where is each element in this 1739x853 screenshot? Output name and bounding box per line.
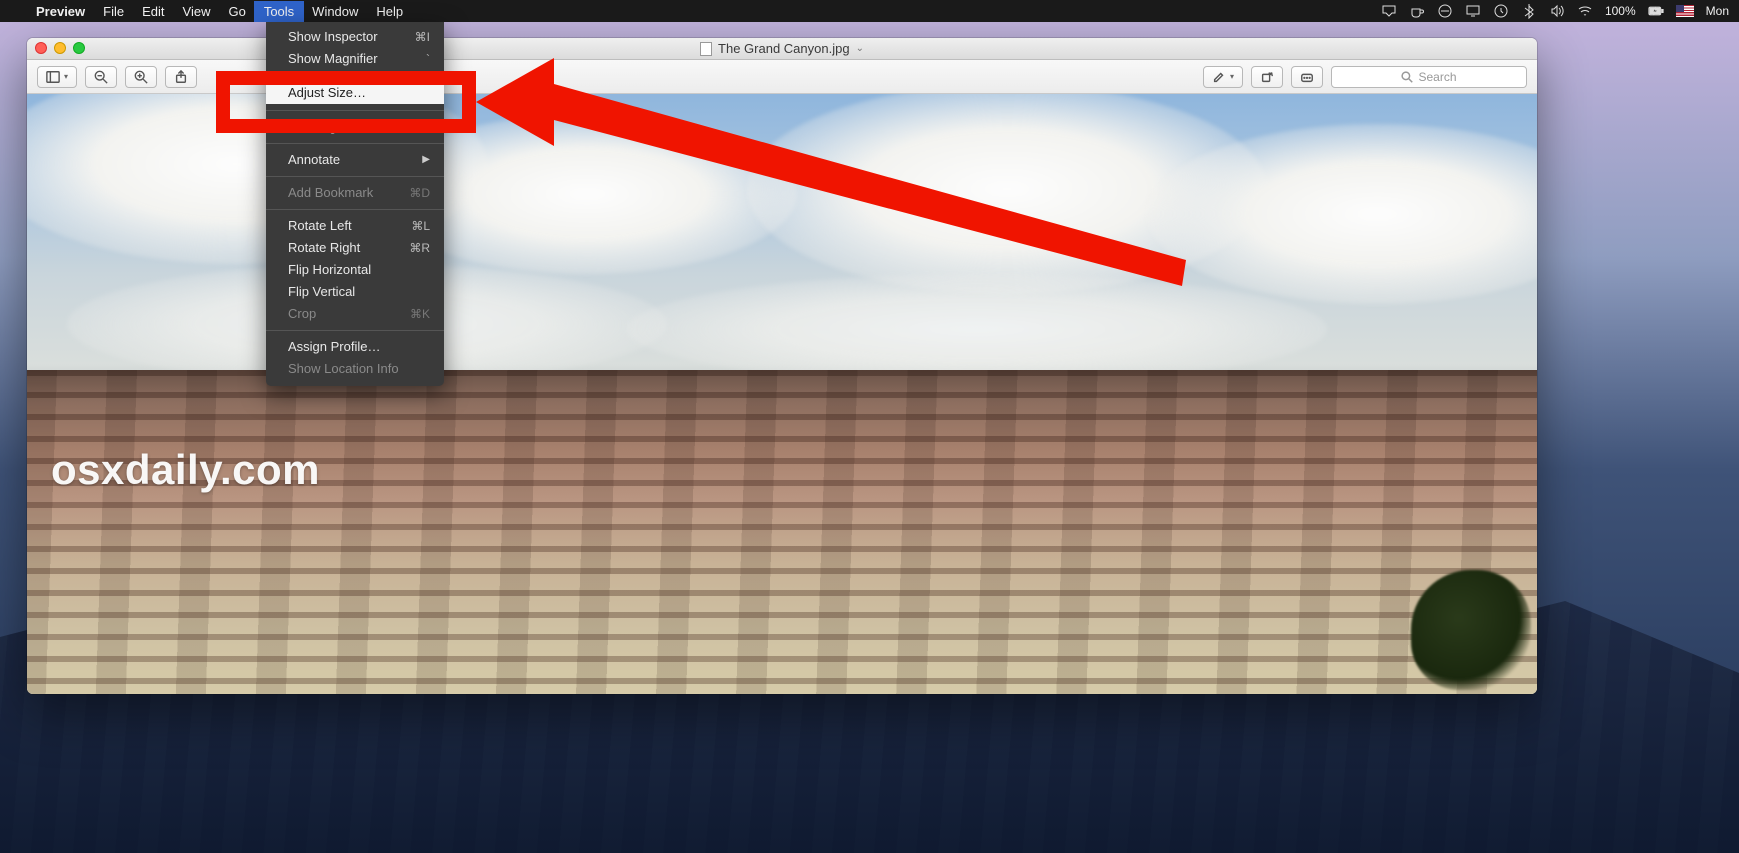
annotation-highlight-box (216, 71, 476, 133)
menu-item-flip-horizontal[interactable]: Flip Horizontal (266, 259, 444, 281)
battery-percentage[interactable]: 100% (1605, 4, 1636, 18)
window-title: The Grand Canyon.jpg (718, 41, 850, 56)
window-close-button[interactable] (35, 42, 47, 54)
do-not-disturb-icon[interactable] (1437, 3, 1453, 19)
markup-button[interactable] (1291, 66, 1323, 88)
menu-view[interactable]: View (183, 4, 211, 19)
timemachine-icon[interactable] (1493, 3, 1509, 19)
menu-item-show-magnifier[interactable]: Show Magnifier` (266, 48, 444, 70)
window-titlebar[interactable]: The Grand Canyon.jpg ⌄ (27, 38, 1537, 60)
watermark-text: osxdaily.com (51, 446, 320, 494)
volume-icon[interactable] (1549, 3, 1565, 19)
image-canvas[interactable]: osxdaily.com (27, 94, 1537, 694)
battery-icon[interactable] (1648, 3, 1664, 19)
menu-item-assign-profile[interactable]: Assign Profile… (266, 336, 444, 358)
system-menubar: Preview File Edit View Go Tools Window H… (0, 0, 1739, 22)
input-source-flag-icon[interactable] (1676, 5, 1694, 17)
menu-tools[interactable]: Tools (254, 1, 304, 22)
menu-item-crop: Crop⌘K (266, 303, 444, 325)
menu-item-show-inspector[interactable]: Show Inspector⌘I (266, 26, 444, 48)
search-placeholder: Search (1418, 70, 1456, 84)
menu-file[interactable]: File (103, 4, 124, 19)
menu-item-rotate-right[interactable]: Rotate Right⌘R (266, 237, 444, 259)
preview-window: The Grand Canyon.jpg ⌄ ▾ ▾ Search (27, 38, 1537, 694)
menu-item-flip-vertical[interactable]: Flip Vertical (266, 281, 444, 303)
coffee-icon[interactable] (1409, 3, 1425, 19)
zoom-in-button[interactable] (125, 66, 157, 88)
wifi-icon[interactable] (1577, 3, 1593, 19)
title-chevron-down-icon[interactable]: ⌄ (856, 43, 864, 54)
menu-item-show-location-info: Show Location Info (266, 358, 444, 380)
menu-edit[interactable]: Edit (142, 4, 164, 19)
menu-help[interactable]: Help (376, 4, 403, 19)
search-field[interactable]: Search (1331, 66, 1527, 88)
rotate-button[interactable] (1251, 66, 1283, 88)
menu-go[interactable]: Go (228, 4, 245, 19)
bluetooth-icon[interactable] (1521, 3, 1537, 19)
search-icon (1401, 71, 1413, 83)
window-minimize-button[interactable] (54, 42, 66, 54)
sidebar-view-button[interactable]: ▾ (37, 66, 77, 88)
menu-window[interactable]: Window (312, 4, 358, 19)
display-icon[interactable] (1465, 3, 1481, 19)
zoom-out-button[interactable] (85, 66, 117, 88)
window-fullscreen-button[interactable] (73, 42, 85, 54)
app-menu[interactable]: Preview (36, 4, 85, 19)
menu-item-rotate-left[interactable]: Rotate Left⌘L (266, 215, 444, 237)
menu-item-annotate[interactable]: Annotate▶ (266, 149, 444, 171)
highlight-button[interactable]: ▾ (1203, 66, 1243, 88)
document-proxy-icon[interactable] (700, 42, 712, 56)
airplay-icon[interactable] (1381, 3, 1397, 19)
menu-item-add-bookmark: Add Bookmark⌘D (266, 182, 444, 204)
share-button[interactable] (165, 66, 197, 88)
clock-day[interactable]: Mon (1706, 4, 1729, 18)
